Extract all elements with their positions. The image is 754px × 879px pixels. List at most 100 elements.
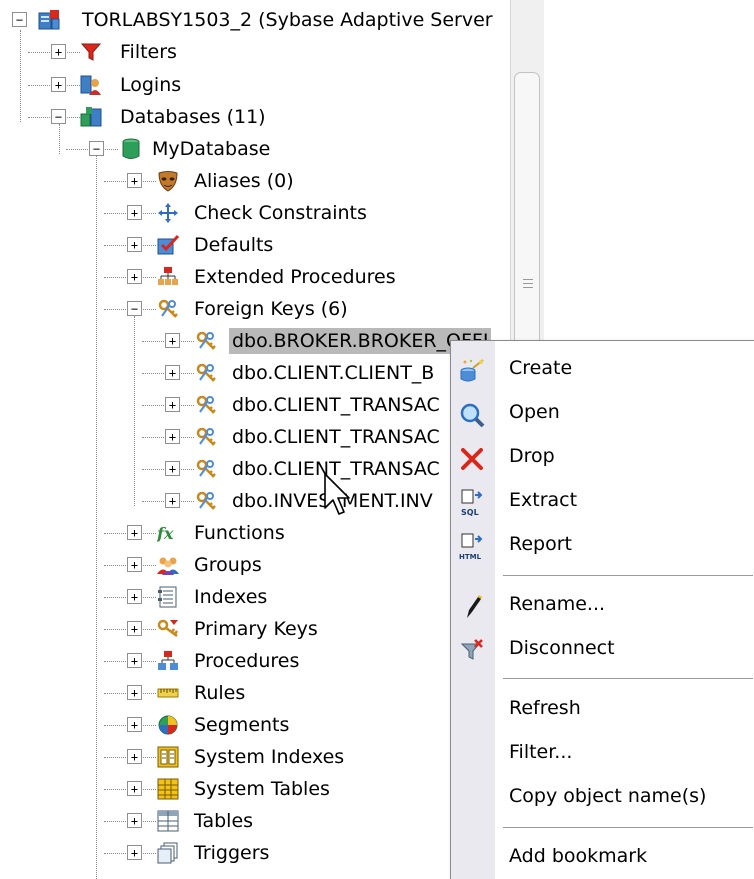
tree-node-rules[interactable]: Rules — [191, 680, 248, 706]
foreign-key-icon — [195, 458, 217, 480]
expand-button[interactable]: + — [127, 205, 142, 220]
context-menu: Create Open Drop SQL Extract HTML Report… — [450, 340, 754, 879]
menu-item-drop[interactable]: Drop — [451, 437, 754, 477]
disconnect-icon — [457, 636, 487, 666]
expand-button[interactable]: + — [127, 525, 142, 540]
expand-button[interactable]: + — [165, 365, 180, 380]
menu-item-disconnect[interactable]: Disconnect — [451, 629, 754, 669]
menu-item-rename[interactable]: Rename... — [451, 585, 754, 625]
logins-label[interactable]: Logins — [117, 72, 184, 98]
collapse-button[interactable]: − — [51, 109, 66, 124]
checkbox-icon — [157, 234, 179, 256]
svg-text:HTML: HTML — [459, 553, 482, 561]
expand-button[interactable]: + — [127, 589, 142, 604]
move-arrows-icon — [157, 202, 179, 224]
expand-button[interactable]: + — [127, 173, 142, 188]
expand-button[interactable]: + — [127, 781, 142, 796]
open-magnifier-icon — [457, 400, 487, 430]
collapse-button[interactable]: − — [127, 301, 142, 316]
expand-button[interactable]: + — [127, 653, 142, 668]
tree-node-primary-keys[interactable]: Primary Keys — [191, 616, 321, 642]
mask-icon — [157, 170, 179, 192]
tree-node-foreign-keys-6[interactable]: Foreign Keys (6) — [191, 296, 351, 322]
object-tree[interactable]: − TORLABSY1503_2 (Sybase Adaptive Server… — [0, 0, 510, 879]
svg-text:fx: fx — [157, 524, 174, 543]
menu-item-add-bookmark[interactable]: Add bookmark — [451, 837, 754, 877]
foreign-key-icon — [195, 490, 217, 512]
menu-item-open[interactable]: Open — [451, 393, 754, 433]
menu-separator — [503, 678, 753, 679]
menu-item-label: Create — [509, 357, 573, 379]
tree-node-procedures[interactable]: Procedures — [191, 648, 302, 674]
filters-label[interactable]: Filters — [117, 39, 180, 65]
collapse-button[interactable]: − — [12, 12, 27, 27]
tree-guide — [134, 316, 135, 506]
collapse-button[interactable]: − — [89, 141, 104, 156]
procedure-icon — [157, 650, 179, 672]
expand-button[interactable]: + — [165, 461, 180, 476]
foreign-key-icon — [195, 394, 217, 416]
menu-item-label: Open — [509, 401, 560, 423]
databases-icon — [80, 106, 102, 128]
menu-item-label: Report — [509, 533, 572, 555]
tree-node-defaults[interactable]: Defaults — [191, 232, 276, 258]
menu-item-label: Add bookmark — [509, 845, 648, 867]
trigger-icon — [157, 842, 179, 864]
expand-button[interactable]: + — [127, 813, 142, 828]
server-label[interactable]: TORLABSY1503_2 (Sybase Adaptive Server — [79, 7, 496, 33]
tree-node-foreign-key[interactable]: dbo.CLIENT.CLIENT_B — [229, 360, 437, 386]
tree-node-extended-procedures[interactable]: Extended Procedures — [191, 264, 399, 290]
foreign-key-icon — [195, 330, 217, 352]
expand-button[interactable]: + — [165, 333, 180, 348]
tree-guide — [59, 124, 60, 154]
menu-item-create[interactable]: Create — [451, 349, 754, 389]
tree-node-triggers[interactable]: Triggers — [191, 840, 272, 866]
expand-button[interactable]: + — [127, 237, 142, 252]
tree-node-system-indexes[interactable]: System Indexes — [191, 744, 347, 770]
tree-node-check-constraints[interactable]: Check Constraints — [191, 200, 370, 226]
expand-button[interactable]: + — [127, 557, 142, 572]
databases-label[interactable]: Databases (11) — [117, 104, 269, 130]
menu-item-label: Extract — [509, 489, 578, 511]
expand-button[interactable]: + — [127, 845, 142, 860]
database-cylinder-icon — [120, 138, 142, 160]
expand-button[interactable]: + — [127, 749, 142, 764]
expand-button[interactable]: + — [127, 685, 142, 700]
mydatabase-label[interactable]: MyDatabase — [149, 136, 273, 162]
expand-button[interactable]: + — [127, 621, 142, 636]
expand-button[interactable]: + — [165, 429, 180, 444]
menu-separator — [503, 575, 753, 576]
mouse-cursor-icon — [324, 473, 350, 515]
expand-button[interactable]: + — [127, 269, 142, 284]
tree-node-foreign-key[interactable]: dbo.CLIENT_TRANSAC — [229, 424, 443, 450]
menu-item-copy-object-names[interactable]: Copy object name(s) — [451, 777, 754, 817]
foreign-key-icon — [195, 426, 217, 448]
tree-node-foreign-key[interactable]: dbo.CLIENT_TRANSAC — [229, 392, 443, 418]
tree-node-tables[interactable]: Tables — [191, 808, 256, 834]
expand-button[interactable]: + — [165, 493, 180, 508]
tree-node-segments[interactable]: Segments — [191, 712, 292, 738]
filter-funnel-icon — [80, 41, 102, 63]
menu-item-label: Drop — [509, 445, 555, 467]
tree-node-functions[interactable]: Functions — [191, 520, 288, 546]
keys-icon — [157, 298, 179, 320]
expand-button[interactable]: + — [51, 44, 66, 59]
primary-key-icon — [157, 618, 179, 640]
tree-node-system-tables[interactable]: System Tables — [191, 776, 333, 802]
menu-item-filter[interactable]: Filter... — [451, 733, 754, 773]
menu-item-report[interactable]: HTML Report — [451, 525, 754, 565]
logins-icon — [80, 74, 102, 96]
expand-button[interactable]: + — [127, 717, 142, 732]
hierarchy-icon — [157, 266, 179, 288]
create-icon — [457, 356, 487, 386]
expand-button[interactable]: + — [51, 77, 66, 92]
tree-guide — [20, 30, 21, 122]
expand-button[interactable]: + — [165, 397, 180, 412]
index-icon — [157, 586, 179, 608]
system-table-icon — [157, 778, 179, 800]
menu-item-refresh[interactable]: Refresh — [451, 689, 754, 729]
tree-node-groups[interactable]: Groups — [191, 552, 265, 578]
tree-node-aliases-0[interactable]: Aliases (0) — [191, 168, 297, 194]
menu-item-extract[interactable]: SQL Extract — [451, 481, 754, 521]
tree-node-indexes[interactable]: Indexes — [191, 584, 270, 610]
